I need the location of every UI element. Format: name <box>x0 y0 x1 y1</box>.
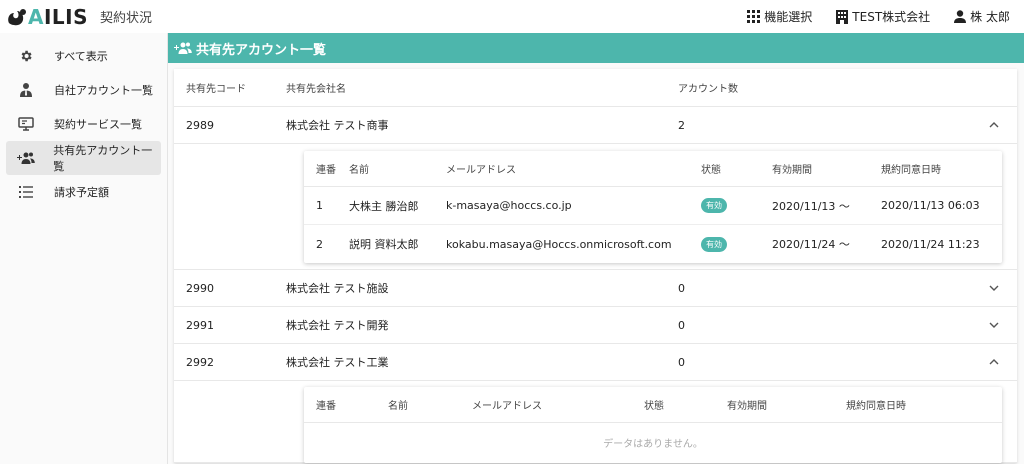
group-add-icon <box>174 42 192 54</box>
row-count: 2 <box>678 118 685 132</box>
sidebar-item-services[interactable]: 契約サービス一覧 <box>6 107 161 141</box>
detail-header-email: メールアドレス <box>446 165 516 176</box>
table-header: 共有先コード 共有先会社名 アカウント数 <box>174 69 1017 107</box>
detail-header-no: 連番 <box>316 401 336 412</box>
sidebar-item-all[interactable]: すべて表示 <box>6 39 161 73</box>
column-header-company: 共有先会社名 <box>286 84 346 95</box>
detail-header-email: メールアドレス <box>472 401 542 412</box>
detail-header-period: 有効期間 <box>727 401 767 412</box>
detail-agreed: 2020/11/24 11:23 <box>881 237 980 251</box>
chevron-down-icon[interactable] <box>987 281 1001 295</box>
person-icon <box>954 10 967 23</box>
detail-header-name: 名前 <box>388 401 408 412</box>
detail-row: 1 大株主 勝治郎 k-masaya@hoccs.co.jp 有効 2020/1… <box>304 187 1002 225</box>
row-count: 0 <box>678 318 685 332</box>
detail-row: 2 説明 資料太郎 kokabu.masaya@Hoccs.onmicrosof… <box>304 225 1002 263</box>
building-icon <box>836 9 849 24</box>
sidebar-item-label: 請求予定額 <box>54 186 109 199</box>
sidebar-item-shared-accounts[interactable]: 共有先アカウント一覧 <box>6 141 161 175</box>
row-company: 株式会社 テスト開発 <box>286 319 389 332</box>
row-count: 0 <box>678 281 685 295</box>
sidebar-item-label: 共有先アカウント一覧 <box>53 144 153 173</box>
shared-accounts-table: 共有先コード 共有先会社名 アカウント数 2989 株式会社 テスト商事 2 連… <box>174 69 1017 463</box>
detail-header-no: 連番 <box>316 165 336 176</box>
table-row[interactable]: 2989 株式会社 テスト商事 2 <box>174 107 1017 144</box>
sidebar-item-billing[interactable]: 請求予定額 <box>6 175 161 209</box>
row-company: 株式会社 テスト商事 <box>286 119 389 132</box>
sidebar-item-label: 自社アカウント一覧 <box>54 84 153 97</box>
row-code: 2989 <box>186 118 214 132</box>
sidebar: すべて表示 自社アカウント一覧 契約サービス一覧 共有先アカウント一覧 請求予定… <box>0 33 168 464</box>
detail-agreed: 2020/11/13 06:03 <box>881 199 980 212</box>
detail-header-name: 名前 <box>349 165 369 176</box>
person-tie-icon <box>20 83 32 97</box>
column-header-count: アカウント数 <box>678 84 738 95</box>
function-select-button[interactable]: 機能選択 <box>747 8 812 25</box>
top-right-menu: 機能選択 TEST株式会社 株 太郎 <box>747 0 1010 33</box>
logo-text: AILIS <box>28 4 89 29</box>
chevron-down-icon[interactable] <box>987 318 1001 332</box>
detail-table: 連番 名前 メールアドレス 状態 有効期間 規約同意日時 1 大株主 勝治郎 k… <box>304 151 1002 263</box>
row-detail: 連番 名前 メールアドレス 状態 有効期間 規約同意日時 1 大株主 勝治郎 k… <box>174 144 1017 270</box>
detail-email: kokabu.masaya@Hoccs.onmicrosoft.com <box>446 237 672 251</box>
table-row[interactable]: 2991 株式会社 テスト開発 0 <box>174 307 1017 344</box>
monitor-icon <box>18 117 34 131</box>
row-code: 2991 <box>186 318 214 332</box>
user-label: 株 太郎 <box>970 10 1010 24</box>
detail-header-agreed: 規約同意日時 <box>881 165 941 176</box>
table-row[interactable]: 2992 株式会社 テスト工業 0 <box>174 344 1017 381</box>
chevron-up-icon[interactable] <box>987 118 1001 132</box>
sidebar-item-label: すべて表示 <box>54 50 108 63</box>
detail-name: 説明 資料太郎 <box>349 238 419 251</box>
no-data-message: データはありません。 <box>603 438 703 450</box>
detail-header-status: 状態 <box>701 165 721 176</box>
user-button[interactable]: 株 太郎 <box>954 8 1010 25</box>
row-company: 株式会社 テスト施設 <box>286 282 389 295</box>
group-add-icon <box>16 152 35 164</box>
row-detail: 連番 名前 メールアドレス 状態 有効期間 規約同意日時 データはありません。 <box>174 381 1017 463</box>
table-row[interactable]: 2990 株式会社 テスト施設 0 <box>174 270 1017 307</box>
company-button[interactable]: TEST株式会社 <box>836 8 930 25</box>
row-code: 2992 <box>186 355 214 369</box>
app-title: 契約状況 <box>100 11 153 26</box>
page-header: 共有先アカウント一覧 <box>168 33 1024 63</box>
detail-table-header: 連番 名前 メールアドレス 状態 有効期間 規約同意日時 <box>304 151 1002 187</box>
status-badge: 有効 <box>701 198 727 213</box>
squirrel-logo-icon <box>8 8 26 25</box>
detail-header-agreed: 規約同意日時 <box>846 401 906 412</box>
row-code: 2990 <box>186 281 214 295</box>
detail-table: 連番 名前 メールアドレス 状態 有効期間 規約同意日時 データはありません。 <box>304 387 1002 463</box>
detail-no: 2 <box>316 237 323 251</box>
page-title: 共有先アカウント一覧 <box>196 42 327 58</box>
detail-header-status: 状態 <box>644 401 664 412</box>
detail-table-header: 連番 名前 メールアドレス 状態 有効期間 規約同意日時 <box>304 387 1002 423</box>
detail-email: k-masaya@hoccs.co.jp <box>446 199 572 212</box>
detail-header-period: 有効期間 <box>772 165 812 176</box>
detail-period: 2020/11/13 ～ <box>772 199 850 213</box>
row-count: 0 <box>678 355 685 369</box>
detail-name: 大株主 勝治郎 <box>349 199 419 213</box>
gear-icon <box>21 50 32 62</box>
function-select-label: 機能選択 <box>764 10 813 24</box>
detail-no: 1 <box>316 199 323 212</box>
status-badge: 有効 <box>701 236 727 252</box>
logo[interactable]: AILIS <box>6 5 88 29</box>
company-label: TEST株式会社 <box>852 10 931 24</box>
chevron-up-icon[interactable] <box>987 355 1001 369</box>
column-header-code: 共有先コード <box>186 84 246 95</box>
top-bar: AILIS 契約状況 機能選択 TEST株式会社 株 太郎 <box>0 0 1024 33</box>
row-company: 株式会社 テスト工業 <box>286 356 389 369</box>
sidebar-item-own-accounts[interactable]: 自社アカウント一覧 <box>6 73 161 107</box>
detail-period: 2020/11/24 ～ <box>772 238 850 251</box>
grid-icon <box>747 10 761 23</box>
sidebar-item-label: 契約サービス一覧 <box>54 118 142 131</box>
main-content: 共有先アカウント一覧 共有先コード 共有先会社名 アカウント数 2989 株式会… <box>168 33 1024 464</box>
list-icon <box>19 186 33 198</box>
